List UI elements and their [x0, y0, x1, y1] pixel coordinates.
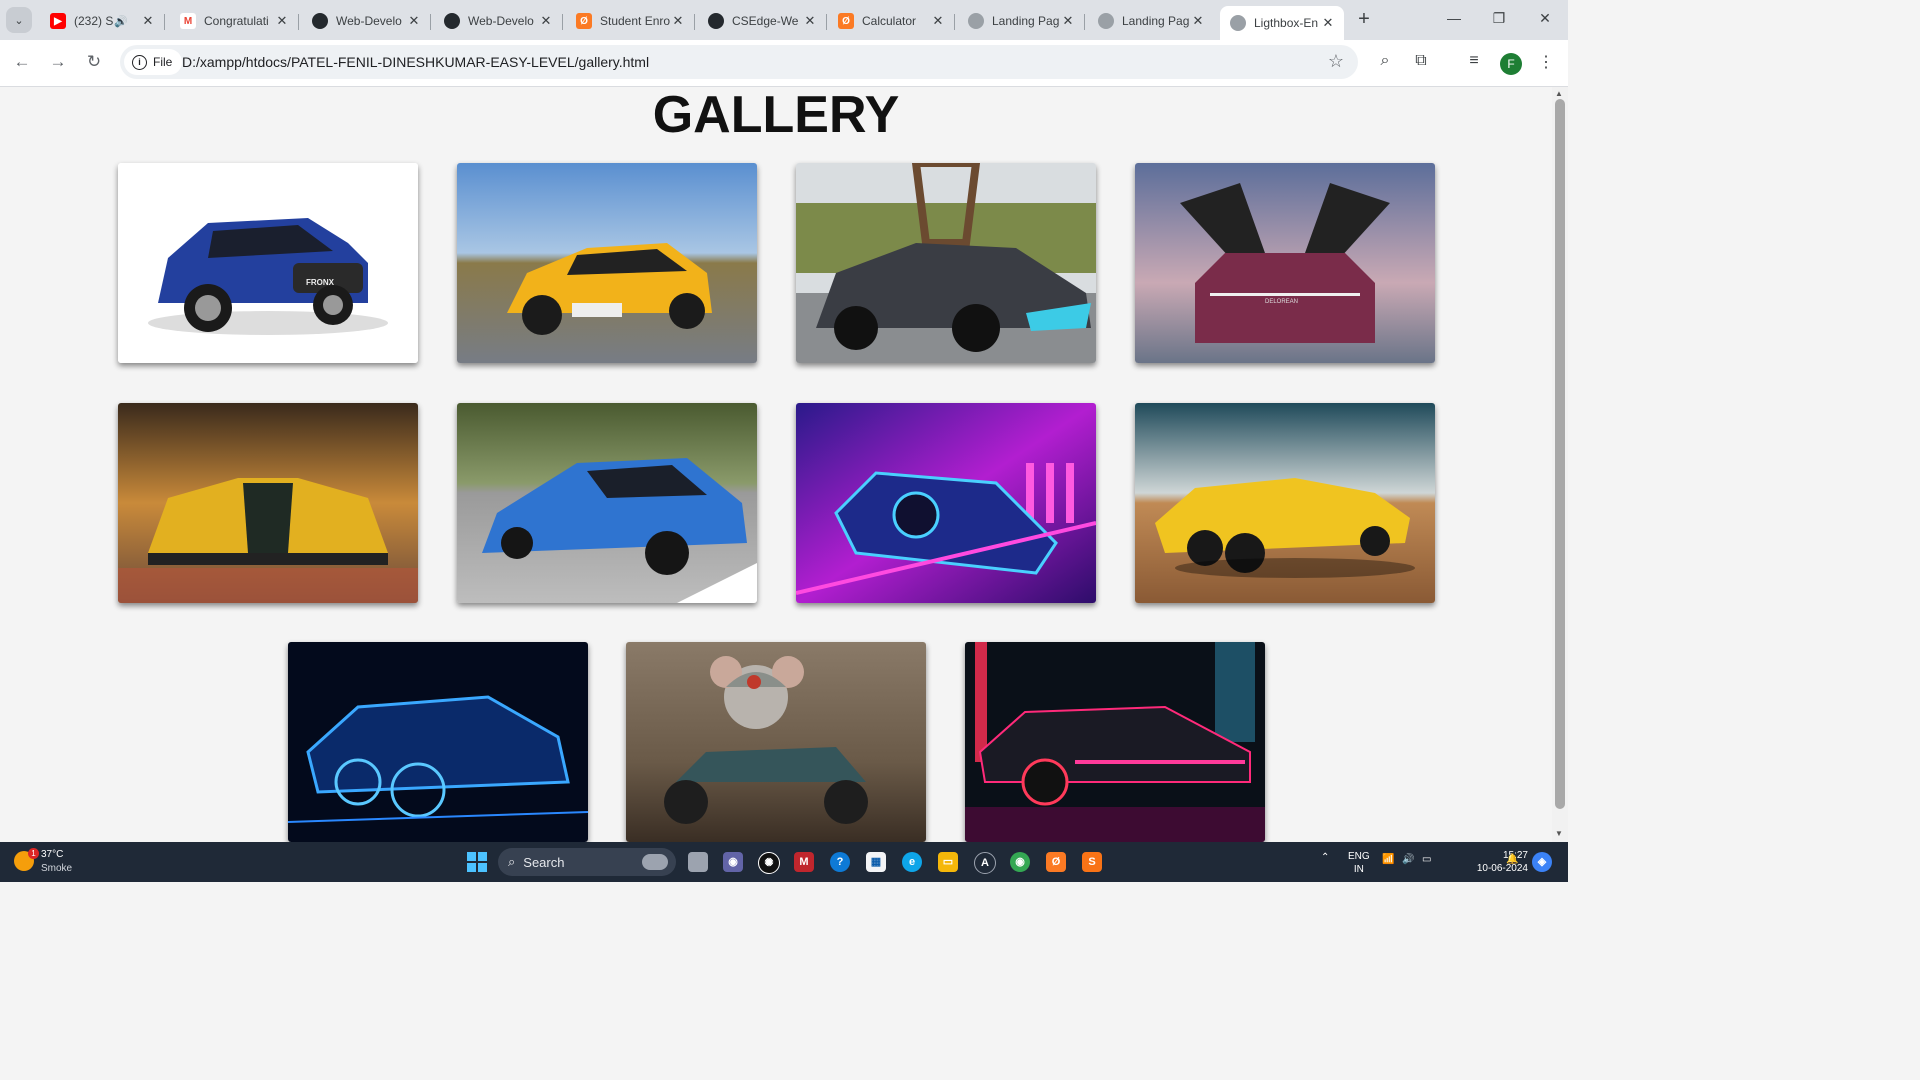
close-tab-icon[interactable]: ✕ [538, 13, 554, 29]
battery-icon[interactable]: ▭ [1422, 854, 1431, 865]
svg-text:DELOREAN: DELOREAN [1265, 299, 1298, 305]
chevron-up-icon[interactable]: ⌃ [1321, 852, 1329, 863]
sublime-text-icon[interactable]: S [1082, 852, 1102, 872]
tab-landing-page-1[interactable]: Landing Pag ✕ [958, 6, 1085, 36]
close-tab-icon[interactable]: ✕ [1320, 15, 1336, 31]
menu-kebab-icon[interactable]: ⋮ [1535, 52, 1557, 72]
chrome-icon[interactable]: ◉ [1010, 852, 1030, 872]
store-icon[interactable]: ▦ [866, 852, 886, 872]
app-store-icon[interactable]: A [974, 852, 996, 874]
search-icon: ⌕ [508, 854, 516, 869]
system-clock[interactable]: 15:27 10-06-2024 [1476, 849, 1528, 875]
gallery-image-yellow-desert-racer[interactable] [1135, 403, 1435, 603]
gallery-image-delorean-concept[interactable]: DELOREAN [1135, 163, 1435, 363]
gallery-image-bugatti-eiffel[interactable] [796, 163, 1096, 363]
language-indicator[interactable]: ENG IN [1348, 850, 1370, 876]
tab-lightbox-active[interactable]: Ligthbox-En ✕ [1220, 6, 1344, 40]
address-bar[interactable]: i File D:/xampp/htdocs/PATEL-FENIL-DINES… [120, 45, 1358, 79]
task-view-icon[interactable] [688, 852, 708, 872]
xampp-icon: Ø [838, 13, 854, 29]
lens-search-icon[interactable]: ⌕ [1374, 52, 1396, 70]
mcafee-icon[interactable]: M [794, 852, 814, 872]
scroll-down-icon[interactable]: ▼ [1555, 829, 1563, 838]
gallery-title: GALLERY [652, 87, 900, 144]
close-tab-icon[interactable]: ✕ [670, 13, 686, 29]
back-icon[interactable]: ← [11, 52, 33, 72]
tab-youtube[interactable]: ▶ (232) SH 🔊 ✕ [40, 6, 165, 36]
xampp-icon: Ø [576, 13, 592, 29]
close-tab-icon[interactable]: ✕ [406, 13, 422, 29]
github-icon [312, 13, 328, 29]
close-tab-icon[interactable]: ✕ [930, 13, 946, 29]
globe-icon [968, 13, 984, 29]
reload-icon[interactable]: ↻ [83, 52, 105, 72]
wifi-icon[interactable]: 📶 [1382, 854, 1394, 865]
gmail-icon: M [180, 13, 196, 29]
close-window-icon[interactable]: ✕ [1535, 10, 1555, 27]
close-tab-icon[interactable]: ✕ [1060, 13, 1076, 29]
close-tab-icon[interactable]: ✕ [802, 13, 818, 29]
scrollbar-thumb[interactable] [1555, 99, 1565, 809]
copilot-icon[interactable]: ◈ [1532, 852, 1552, 872]
tab-csedge[interactable]: CSEdge-We ✕ [698, 6, 827, 36]
tab-landing-page-2[interactable]: Landing Pag ✕ [1088, 6, 1214, 36]
edge-icon[interactable]: e [902, 852, 922, 872]
minimize-icon[interactable]: — [1444, 10, 1464, 26]
restore-icon[interactable]: ❐ [1489, 10, 1509, 27]
tab-student-enrollment[interactable]: Ø Student Enro ✕ [566, 6, 695, 36]
notification-bell-icon[interactable]: 🔔 [1506, 854, 1518, 865]
gallery-image-neon-purple-car[interactable] [796, 403, 1096, 603]
forward-icon[interactable]: → [47, 52, 69, 72]
close-tab-icon[interactable]: ✕ [1190, 13, 1206, 29]
help-icon[interactable]: ? [830, 852, 850, 872]
openai-icon[interactable]: ✺ [758, 852, 780, 874]
start-button[interactable] [467, 852, 487, 872]
gallery-image-blue-suv[interactable]: FRONX [118, 163, 418, 363]
xampp-taskbar-icon[interactable]: Ø [1046, 852, 1066, 872]
profile-avatar[interactable]: F [1500, 53, 1522, 75]
bookmark-star-icon[interactable]: ☆ [1328, 51, 1344, 72]
svg-text:FRONX: FRONX [306, 278, 335, 287]
tab-github-2[interactable]: Web-Develo ✕ [434, 6, 563, 36]
scroll-up-icon[interactable]: ▲ [1555, 89, 1563, 98]
volume-icon[interactable]: 🔊 [1402, 854, 1414, 865]
weather-badge: 1 [28, 848, 39, 859]
page-scrollbar[interactable]: ▲ ▼ [1552, 87, 1568, 842]
tab-strip: ⌄ ▶ (232) SH 🔊 ✕ M Congratulati ✕ Web-De… [0, 0, 1568, 40]
windows-taskbar: 1 37°C Smoke ⌕ Search ◉ ✺ M ? ▦ e ▭ A ◉ … [0, 842, 1568, 882]
teams-icon[interactable]: ◉ [723, 852, 743, 872]
gallery-image-mouse-race-car[interactable] [626, 642, 926, 842]
file-explorer-icon[interactable]: ▭ [938, 852, 958, 872]
chevron-down-icon: ⌄ [14, 14, 24, 27]
tab-search-button[interactable]: ⌄ [6, 7, 32, 33]
close-tab-icon[interactable]: ✕ [274, 13, 290, 29]
info-icon: i [132, 54, 147, 70]
gallery-image-neon-pink-supercar[interactable] [965, 642, 1265, 842]
speaker-icon[interactable]: 🔊 [114, 15, 128, 28]
weather-temp[interactable]: 37°C [41, 849, 63, 860]
tab-calculator[interactable]: Ø Calculator ✕ [828, 6, 955, 36]
extensions-icon[interactable]: ⧉ [1410, 52, 1432, 70]
tab-gmail[interactable]: M Congratulati ✕ [170, 6, 299, 36]
globe-icon [1230, 15, 1246, 31]
youtube-icon: ▶ [50, 13, 66, 29]
github-icon [708, 13, 724, 29]
github-icon [444, 13, 460, 29]
browser-toolbar: ← → ↻ i File D:/xampp/htdocs/PATEL-FENIL… [0, 40, 1568, 87]
gallery-image-yellow-hypercar[interactable] [118, 403, 418, 603]
taskbar-search[interactable]: ⌕ Search [498, 848, 676, 876]
close-tab-icon[interactable]: ✕ [140, 13, 156, 29]
site-info-chip[interactable]: i File [124, 49, 183, 75]
new-tab-button[interactable]: + [1354, 9, 1374, 29]
media-controls-icon[interactable]: ≡ [1463, 52, 1485, 70]
search-highlight-icon [642, 854, 668, 870]
weather-desc[interactable]: Smoke [41, 863, 72, 874]
globe-icon [1098, 13, 1114, 29]
gallery-image-blue-hologram-car[interactable] [288, 642, 588, 842]
gallery-image-yellow-mercedes[interactable] [457, 163, 757, 363]
tab-github-1[interactable]: Web-Develo ✕ [302, 6, 431, 36]
gallery-image-blue-maserati[interactable] [457, 403, 757, 603]
url-text[interactable]: D:/xampp/htdocs/PATEL-FENIL-DINESHKUMAR-… [182, 54, 649, 70]
page-content: GALLERY FRONX DELOREAN [0, 87, 1552, 842]
